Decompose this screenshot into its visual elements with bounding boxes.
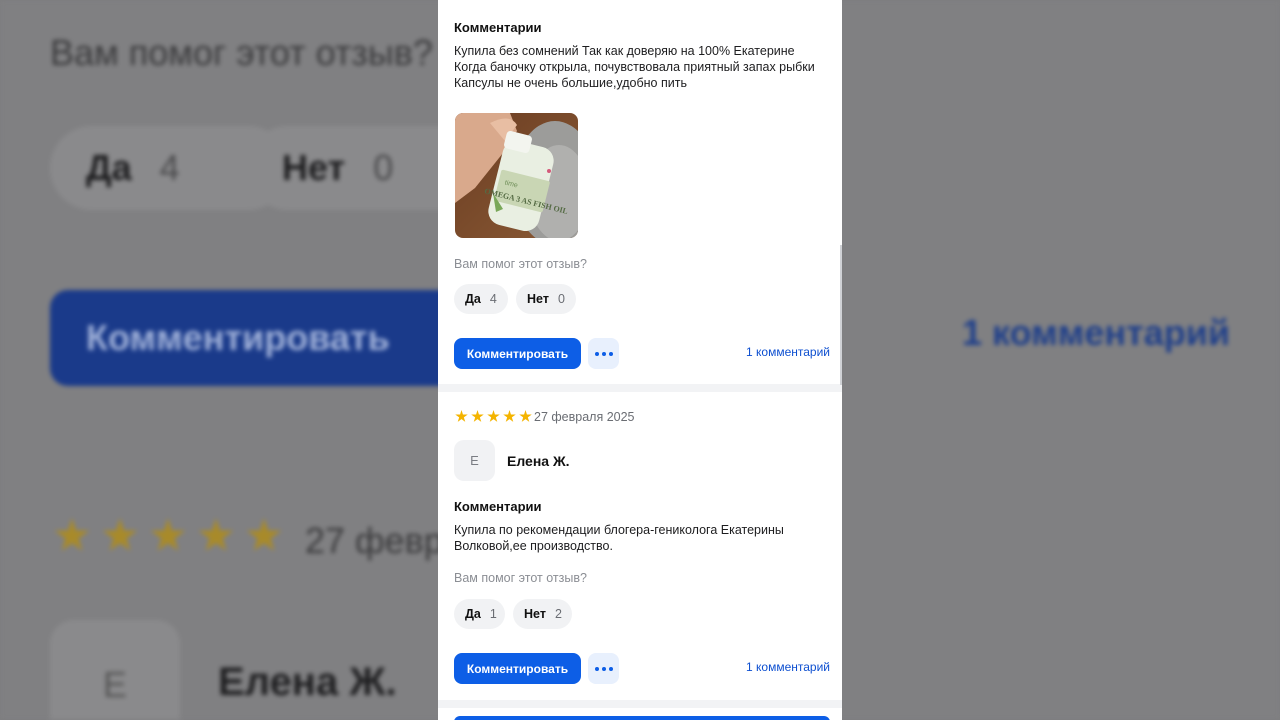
bg-no-count: 0	[373, 147, 394, 188]
star-icon	[487, 410, 500, 422]
yes-count: 1	[489, 607, 497, 621]
no-count: 2	[554, 607, 562, 621]
star-icon	[503, 410, 516, 422]
no-label: Нет	[524, 607, 546, 621]
helpful-yes-button[interactable]: Да 4	[454, 284, 508, 314]
more-dot	[601, 666, 606, 671]
helpful-no-button[interactable]: Нет 0	[516, 284, 576, 314]
next-review-card	[438, 708, 842, 720]
yes-label: Да	[465, 607, 481, 621]
star-icon	[102, 518, 138, 551]
avatar: Е	[454, 440, 495, 481]
helpful-question: Вам помог этот отзыв?	[454, 257, 587, 271]
review-text: Купила без сомнений Так как доверяю на 1…	[454, 44, 815, 90]
helpful-yes-button[interactable]: Да 1	[454, 599, 505, 629]
star-icon	[471, 410, 484, 422]
next-card-button-edge[interactable]	[454, 716, 830, 720]
more-dots-icon	[594, 666, 599, 671]
review-card: Комментарии Купила без сомнений Так как …	[438, 0, 842, 385]
bg-no-label: Нет	[282, 147, 346, 188]
author-name: Елена Ж.	[507, 453, 570, 469]
comments-heading: Комментарии	[454, 20, 542, 35]
no-count: 0	[557, 292, 565, 306]
comments-heading: Комментарии	[454, 499, 542, 514]
reviews-panel: Комментарии Купила без сомнений Так как …	[438, 0, 842, 720]
comments-count-link[interactable]: 1 комментарий	[746, 660, 830, 674]
helpful-no-button[interactable]: Нет 2	[513, 599, 572, 629]
comment-button[interactable]: Комментировать	[454, 653, 581, 684]
bg-comments-link: 1 комментарий	[962, 312, 1231, 353]
star-icon	[198, 518, 234, 551]
star-icon	[246, 518, 282, 551]
star-icon	[150, 518, 186, 551]
bg-comment-button: Комментировать	[50, 290, 480, 386]
star-icon	[54, 518, 90, 551]
more-options-button[interactable]	[588, 338, 619, 369]
more-dots-icon	[594, 351, 599, 356]
review-photo[interactable]: time OMEGA 3 AS FISH OIL	[455, 113, 578, 238]
bg-author-name: Елена Ж.	[218, 660, 397, 704]
no-label: Нет	[527, 292, 549, 306]
yes-count: 4	[489, 292, 497, 306]
review-card: 27 февраля 2025 Е Елена Ж. Комментарии К…	[438, 392, 842, 700]
more-dot	[608, 351, 613, 356]
product-photo-image: time OMEGA 3 AS FISH OIL	[455, 113, 578, 238]
yes-label: Да	[465, 292, 481, 306]
star-icon	[519, 410, 532, 422]
bg-helpful-question: Вам помог этот отзыв?	[50, 32, 433, 73]
comment-button[interactable]: Комментировать	[454, 338, 581, 369]
bg-avatar: Е	[50, 620, 180, 720]
bg-rating-stars	[54, 518, 282, 554]
review-date: 27 февраля 2025	[534, 410, 635, 424]
review-text: Купила по рекомендации блогера-гениколог…	[454, 523, 784, 553]
bg-yes-count: 4	[159, 147, 180, 188]
more-dot	[601, 351, 606, 356]
helpful-question: Вам помог этот отзыв?	[454, 571, 587, 585]
star-icon	[455, 410, 468, 422]
rating-stars	[455, 410, 532, 423]
scroll-indicator	[840, 245, 842, 385]
comments-count-link[interactable]: 1 комментарий	[746, 345, 830, 359]
bg-yes-label: Да	[86, 147, 132, 188]
more-dot	[608, 666, 613, 671]
more-options-button[interactable]	[588, 653, 619, 684]
